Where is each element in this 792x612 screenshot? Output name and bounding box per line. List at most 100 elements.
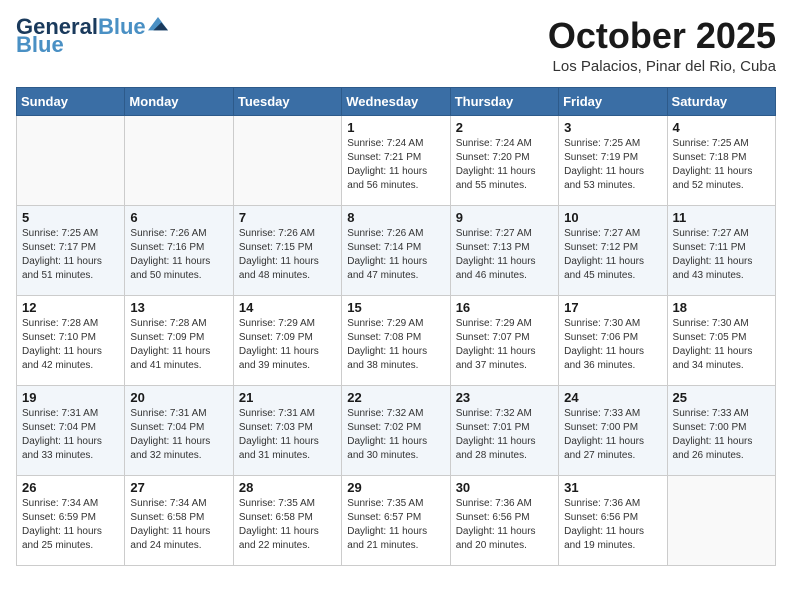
col-wednesday: Wednesday: [342, 87, 450, 115]
calendar-cell-3-5: 16 Sunrise: 7:29 AM Sunset: 7:07 PM Dayli…: [450, 295, 558, 385]
calendar-cell-1-1: [17, 115, 125, 205]
calendar-cell-1-6: 3 Sunrise: 7:25 AM Sunset: 7:19 PM Daylig…: [559, 115, 667, 205]
day-info: Sunrise: 7:33 AM Sunset: 7:00 PM Dayligh…: [564, 407, 661, 463]
day-info: Sunrise: 7:28 AM Sunset: 7:09 PM Dayligh…: [130, 317, 227, 373]
day-number: 14: [239, 300, 336, 315]
calendar-cell-2-3: 7 Sunrise: 7:26 AM Sunset: 7:15 PM Daylig…: [233, 205, 341, 295]
day-number: 23: [456, 390, 553, 405]
day-number: 3: [564, 120, 661, 135]
day-number: 13: [130, 300, 227, 315]
day-info: Sunrise: 7:27 AM Sunset: 7:13 PM Dayligh…: [456, 227, 553, 283]
day-info: Sunrise: 7:32 AM Sunset: 7:01 PM Dayligh…: [456, 407, 553, 463]
day-number: 21: [239, 390, 336, 405]
day-info: Sunrise: 7:30 AM Sunset: 7:06 PM Dayligh…: [564, 317, 661, 373]
col-friday: Friday: [559, 87, 667, 115]
day-number: 7: [239, 210, 336, 225]
day-info: Sunrise: 7:25 AM Sunset: 7:17 PM Dayligh…: [22, 227, 119, 283]
calendar-cell-2-2: 6Sunrise: 7:26 AM Sunset: 7:16 PM Daylig…: [125, 205, 233, 295]
location-title: Los Palacios, Pinar del Rio, Cuba: [548, 58, 776, 75]
day-number: 10: [564, 210, 661, 225]
calendar-cell-4-7: 25 Sunrise: 7:33 AM Sunset: 7:00 PM Dayli…: [667, 385, 775, 475]
calendar-cell-3-3: 14 Sunrise: 7:29 AM Sunset: 7:09 PM Dayli…: [233, 295, 341, 385]
calendar-cell-3-6: 17 Sunrise: 7:30 AM Sunset: 7:06 PM Dayli…: [559, 295, 667, 385]
day-number: 5: [22, 210, 119, 225]
calendar-cell-1-7: 4Sunrise: 7:25 AM Sunset: 7:18 PM Daylig…: [667, 115, 775, 205]
calendar-header-row: Sunday Monday Tuesday Wednesday Thursday…: [17, 87, 776, 115]
day-info: Sunrise: 7:29 AM Sunset: 7:09 PM Dayligh…: [239, 317, 336, 373]
title-block: October 2025 Los Palacios, Pinar del Rio…: [548, 16, 776, 75]
week-row-2: 5 Sunrise: 7:25 AM Sunset: 7:17 PM Daylig…: [17, 205, 776, 295]
calendar-cell-5-2: 27 Sunrise: 7:34 AM Sunset: 6:58 PM Dayli…: [125, 475, 233, 565]
day-number: 16: [456, 300, 553, 315]
page-header: GeneralBlue Blue October 2025 Los Palaci…: [16, 16, 776, 75]
day-info: Sunrise: 7:28 AM Sunset: 7:10 PM Dayligh…: [22, 317, 119, 373]
week-row-5: 26 Sunrise: 7:34 AM Sunset: 6:59 PM Dayli…: [17, 475, 776, 565]
day-info: Sunrise: 7:25 AM Sunset: 7:19 PM Dayligh…: [564, 137, 661, 193]
calendar-cell-4-6: 24Sunrise: 7:33 AM Sunset: 7:00 PM Dayli…: [559, 385, 667, 475]
day-info: Sunrise: 7:33 AM Sunset: 7:00 PM Dayligh…: [673, 407, 770, 463]
day-number: 27: [130, 480, 227, 495]
calendar-cell-3-1: 12Sunrise: 7:28 AM Sunset: 7:10 PM Dayli…: [17, 295, 125, 385]
day-info: Sunrise: 7:36 AM Sunset: 6:56 PM Dayligh…: [456, 497, 553, 553]
day-number: 1: [347, 120, 444, 135]
col-saturday: Saturday: [667, 87, 775, 115]
day-number: 11: [673, 210, 770, 225]
day-info: Sunrise: 7:24 AM Sunset: 7:21 PM Dayligh…: [347, 137, 444, 193]
calendar-cell-1-5: 2Sunrise: 7:24 AM Sunset: 7:20 PM Daylig…: [450, 115, 558, 205]
calendar-cell-5-6: 31Sunrise: 7:36 AM Sunset: 6:56 PM Dayli…: [559, 475, 667, 565]
day-info: Sunrise: 7:29 AM Sunset: 7:07 PM Dayligh…: [456, 317, 553, 373]
calendar-cell-1-3: [233, 115, 341, 205]
day-number: 2: [456, 120, 553, 135]
calendar-cell-1-2: [125, 115, 233, 205]
day-number: 25: [673, 390, 770, 405]
calendar-cell-2-5: 9 Sunrise: 7:27 AM Sunset: 7:13 PM Daylig…: [450, 205, 558, 295]
col-thursday: Thursday: [450, 87, 558, 115]
month-title: October 2025: [548, 16, 776, 56]
day-info: Sunrise: 7:27 AM Sunset: 7:11 PM Dayligh…: [673, 227, 770, 283]
day-number: 28: [239, 480, 336, 495]
day-info: Sunrise: 7:32 AM Sunset: 7:02 PM Dayligh…: [347, 407, 444, 463]
day-number: 9: [456, 210, 553, 225]
day-info: Sunrise: 7:27 AM Sunset: 7:12 PM Dayligh…: [564, 227, 661, 283]
calendar-cell-3-7: 18Sunrise: 7:30 AM Sunset: 7:05 PM Dayli…: [667, 295, 775, 385]
day-number: 6: [130, 210, 227, 225]
day-number: 20: [130, 390, 227, 405]
day-info: Sunrise: 7:29 AM Sunset: 7:08 PM Dayligh…: [347, 317, 444, 373]
day-number: 4: [673, 120, 770, 135]
day-info: Sunrise: 7:34 AM Sunset: 6:58 PM Dayligh…: [130, 497, 227, 553]
calendar-cell-5-4: 29Sunrise: 7:35 AM Sunset: 6:57 PM Dayli…: [342, 475, 450, 565]
day-number: 26: [22, 480, 119, 495]
day-number: 15: [347, 300, 444, 315]
week-row-1: 1 Sunrise: 7:24 AM Sunset: 7:21 PM Daylig…: [17, 115, 776, 205]
calendar-cell-2-6: 10 Sunrise: 7:27 AM Sunset: 7:12 PM Dayli…: [559, 205, 667, 295]
calendar-cell-5-7: [667, 475, 775, 565]
day-info: Sunrise: 7:30 AM Sunset: 7:05 PM Dayligh…: [673, 317, 770, 373]
day-number: 19: [22, 390, 119, 405]
col-tuesday: Tuesday: [233, 87, 341, 115]
calendar-cell-5-1: 26 Sunrise: 7:34 AM Sunset: 6:59 PM Dayli…: [17, 475, 125, 565]
calendar-cell-1-4: 1 Sunrise: 7:24 AM Sunset: 7:21 PM Daylig…: [342, 115, 450, 205]
day-info: Sunrise: 7:31 AM Sunset: 7:04 PM Dayligh…: [130, 407, 227, 463]
calendar-cell-4-3: 21 Sunrise: 7:31 AM Sunset: 7:03 PM Dayli…: [233, 385, 341, 475]
calendar-cell-2-4: 8 Sunrise: 7:26 AM Sunset: 7:14 PM Daylig…: [342, 205, 450, 295]
logo: GeneralBlue Blue: [16, 16, 168, 58]
day-info: Sunrise: 7:34 AM Sunset: 6:59 PM Dayligh…: [22, 497, 119, 553]
day-number: 29: [347, 480, 444, 495]
logo-icon: [148, 15, 168, 35]
calendar-cell-4-4: 22Sunrise: 7:32 AM Sunset: 7:02 PM Dayli…: [342, 385, 450, 475]
day-info: Sunrise: 7:31 AM Sunset: 7:04 PM Dayligh…: [22, 407, 119, 463]
calendar-cell-4-1: 19 Sunrise: 7:31 AM Sunset: 7:04 PM Dayli…: [17, 385, 125, 475]
calendar-cell-2-1: 5 Sunrise: 7:25 AM Sunset: 7:17 PM Daylig…: [17, 205, 125, 295]
calendar-cell-5-5: 30Sunrise: 7:36 AM Sunset: 6:56 PM Dayli…: [450, 475, 558, 565]
day-info: Sunrise: 7:35 AM Sunset: 6:58 PM Dayligh…: [239, 497, 336, 553]
day-info: Sunrise: 7:31 AM Sunset: 7:03 PM Dayligh…: [239, 407, 336, 463]
day-info: Sunrise: 7:26 AM Sunset: 7:14 PM Dayligh…: [347, 227, 444, 283]
day-info: Sunrise: 7:36 AM Sunset: 6:56 PM Dayligh…: [564, 497, 661, 553]
calendar-cell-4-5: 23 Sunrise: 7:32 AM Sunset: 7:01 PM Dayli…: [450, 385, 558, 475]
day-number: 8: [347, 210, 444, 225]
calendar-cell-3-4: 15 Sunrise: 7:29 AM Sunset: 7:08 PM Dayli…: [342, 295, 450, 385]
day-info: Sunrise: 7:26 AM Sunset: 7:15 PM Dayligh…: [239, 227, 336, 283]
day-number: 17: [564, 300, 661, 315]
week-row-4: 19 Sunrise: 7:31 AM Sunset: 7:04 PM Dayli…: [17, 385, 776, 475]
week-row-3: 12Sunrise: 7:28 AM Sunset: 7:10 PM Dayli…: [17, 295, 776, 385]
